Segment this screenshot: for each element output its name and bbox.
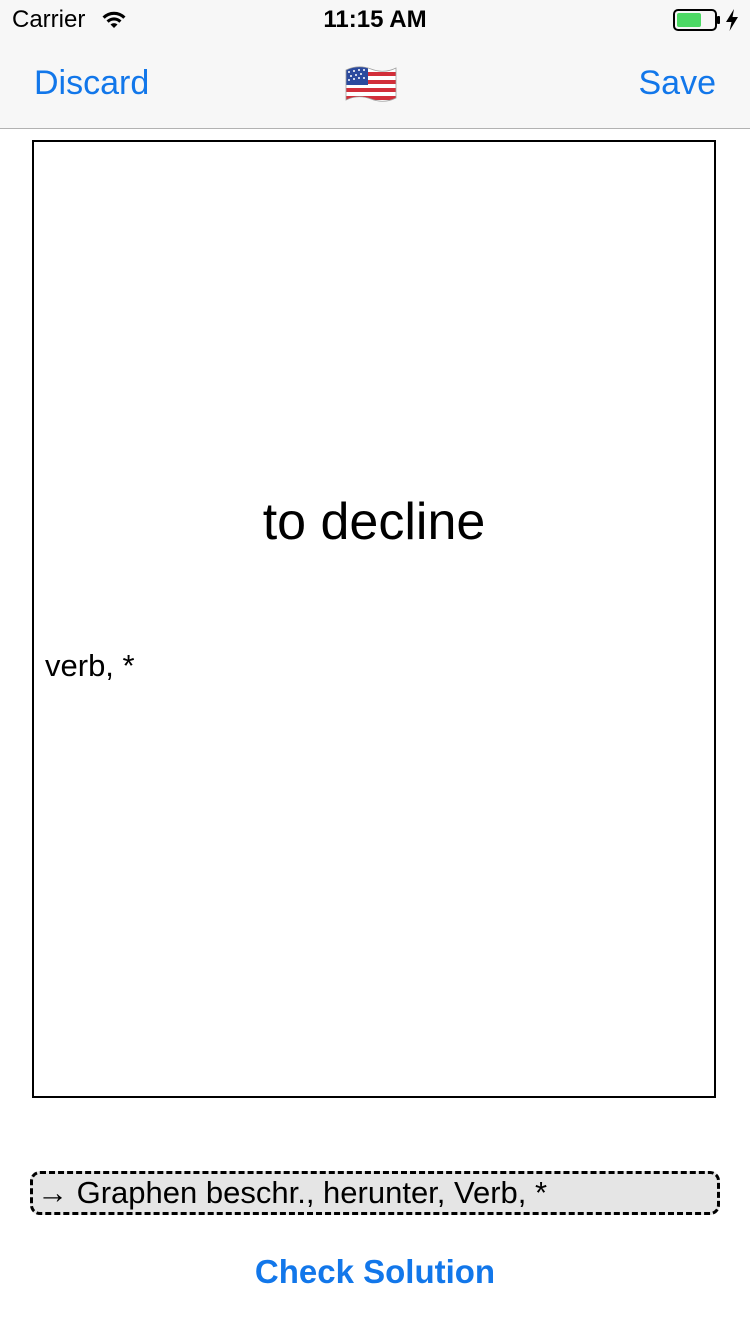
card-note: verb, * [45, 648, 135, 683]
us-flag-icon [345, 66, 397, 102]
nav-bar: Discard Save [0, 40, 750, 129]
flashcard[interactable]: to decline verb, * [32, 140, 716, 1098]
bolt-icon [726, 9, 738, 31]
battery-icon [673, 9, 720, 31]
check-solution-button[interactable]: Check Solution [0, 1253, 750, 1291]
discard-button[interactable]: Discard [34, 64, 149, 103]
clock: 11:15 AM [323, 6, 427, 33]
save-button[interactable]: Save [639, 64, 717, 103]
card-term: to decline [262, 493, 486, 551]
answer-field[interactable]: → Graphen beschr., herunter, Verb, * [30, 1171, 720, 1215]
status-bar: Carrier 11:15 AM [0, 0, 750, 40]
